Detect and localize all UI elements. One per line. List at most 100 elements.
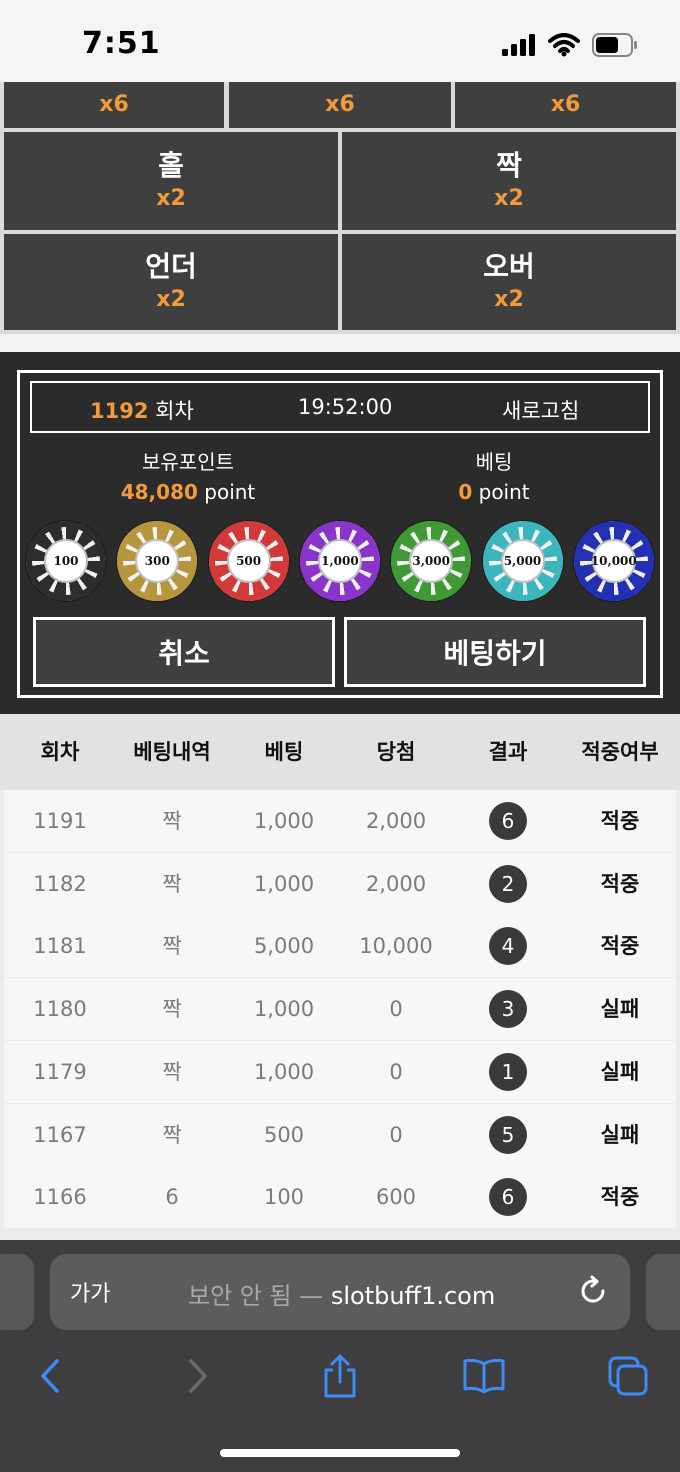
chip-value-label: 1,000 — [317, 539, 362, 583]
round-suffix: 회차 — [148, 399, 194, 423]
odds-label: x2 — [494, 287, 524, 312]
cell-bet: 100 — [263, 1185, 305, 1210]
column-header-bet: 베팅 — [264, 740, 304, 764]
cell-pick: 짝 — [162, 1122, 182, 1147]
refresh-button[interactable]: 새로고침 — [502, 395, 579, 425]
cell-bet: 500 — [263, 1122, 305, 1147]
result-ball: 6 — [489, 802, 527, 840]
address-bar[interactable]: 가가 보안 안 됨 — slotbuff1.com — [50, 1254, 630, 1330]
chip-selector: 100 300 500 1,000 3,000 5,000 10,000 — [26, 521, 654, 605]
cell-win: 2,000 — [365, 871, 427, 896]
result-ball: 1 — [489, 1052, 527, 1091]
cell-win: 600 — [375, 1185, 417, 1210]
bet-option-top-1[interactable]: x6 — [4, 82, 224, 128]
cell-round: 1167 — [33, 1122, 87, 1147]
cell-pick: 짝 — [162, 934, 182, 959]
cancel-button[interactable]: 취소 — [33, 617, 335, 687]
cell-round: 1166 — [33, 1185, 87, 1210]
chip-1[interactable]: 300 — [117, 521, 198, 601]
place-bet-button[interactable]: 베팅하기 — [344, 617, 646, 687]
point-unit: point — [472, 480, 530, 504]
status-time: 7:51 — [82, 26, 161, 61]
bet-option-even[interactable]: 짝 x2 — [342, 132, 676, 230]
section-divider — [0, 334, 680, 352]
tabs-button[interactable] — [602, 1350, 654, 1402]
chip-value-label: 100 — [44, 539, 88, 583]
cell-bet: 1,000 — [253, 871, 315, 896]
result-ball: 3 — [489, 990, 527, 1029]
cell-round: 1182 — [33, 871, 87, 896]
chip-value-label: 3,000 — [409, 539, 454, 583]
cell-win: 2,000 — [365, 809, 427, 833]
round-info-bar: 1192 회차 19:52:00 새로고침 — [30, 381, 650, 433]
cell-status: 실패 — [600, 1122, 640, 1147]
point-unit: point — [197, 480, 256, 504]
previous-tab-preview[interactable] — [0, 1254, 34, 1330]
balance-label: 보유포인트 — [142, 450, 234, 474]
chip-0[interactable]: 100 — [26, 521, 106, 601]
signal-icon — [502, 34, 535, 56]
odds-label: x2 — [494, 186, 524, 211]
bet-option-label: 언더 — [145, 250, 197, 283]
bookmarks-button[interactable] — [458, 1350, 510, 1402]
chevron-right-icon — [189, 1359, 207, 1393]
table-row: 1181 짝 5,000 10,000 적중 4 — [4, 915, 676, 978]
chevron-left-icon — [41, 1359, 59, 1393]
back-button[interactable] — [24, 1350, 76, 1402]
column-header-hit: 적중여부 — [581, 740, 659, 764]
table-row: 1191 짝 1,000 2,000 적중 6 — [4, 790, 676, 852]
cell-win: 0 — [389, 1122, 403, 1147]
bet-option-label: 오버 — [483, 250, 535, 283]
bet-option-top-2[interactable]: x6 — [229, 82, 451, 128]
cell-bet: 1,000 — [253, 809, 315, 833]
bet-option-under[interactable]: 언더 x2 — [4, 234, 338, 330]
table-row: 1166 6 100 600 적중 6 — [4, 1166, 676, 1229]
bet-amount-value: 0 point — [374, 477, 614, 507]
result-ball: 4 — [489, 927, 527, 966]
cell-pick: 짝 — [162, 809, 182, 833]
chip-6[interactable]: 10,000 — [573, 521, 654, 601]
status-bar: 7:51 — [0, 0, 680, 82]
result-ball: 5 — [489, 1115, 527, 1154]
bet-amount-block: 베팅 0 point — [374, 447, 614, 507]
url-text: 보안 안 됨 — slotbuff1.com — [188, 1276, 495, 1311]
table-row: 1180 짝 1,000 0 실패 3 — [4, 978, 676, 1041]
cell-win: 10,000 — [359, 934, 433, 959]
odds-label: x2 — [156, 287, 186, 312]
cell-bet: 5,000 — [253, 934, 315, 959]
history-table-body: 1191 짝 1,000 2,000 적중 6 1182 짝 1,000 2,000 적중 2 1181… — [0, 790, 680, 1240]
round-time: 19:52:00 — [298, 395, 393, 419]
chip-4[interactable]: 3,000 — [391, 521, 472, 601]
chip-5[interactable]: 5,000 — [482, 521, 563, 601]
odds-label: x2 — [156, 186, 186, 211]
reload-icon[interactable] — [576, 1274, 610, 1308]
security-warning: 보안 안 됨 — — [188, 1282, 331, 1310]
bet-option-odd[interactable]: 홀 x2 — [4, 132, 338, 230]
chip-2[interactable]: 500 — [208, 521, 289, 601]
chip-3[interactable]: 1,000 — [299, 521, 380, 601]
share-button[interactable] — [314, 1350, 366, 1402]
tabs-icon — [608, 1356, 648, 1396]
cell-round: 1191 — [33, 809, 87, 833]
cell-status: 적중 — [600, 809, 640, 833]
wifi-icon — [548, 33, 580, 57]
next-tab-preview[interactable] — [646, 1254, 680, 1330]
balance-amount: 48,080 — [120, 480, 198, 504]
bet-option-top-3[interactable]: x6 — [455, 82, 676, 128]
table-row: 1179 짝 1,000 0 실패 1 — [4, 1040, 676, 1103]
home-indicator[interactable] — [220, 1449, 460, 1457]
forward-button[interactable] — [172, 1350, 224, 1402]
bet-option-over[interactable]: 오버 x2 — [342, 234, 676, 330]
text-size-button[interactable]: 가가 — [70, 1276, 110, 1308]
cell-pick: 짝 — [162, 1059, 182, 1084]
column-header-result: 결과 — [488, 740, 528, 764]
cell-round: 1181 — [33, 934, 87, 959]
column-header-win: 당첨 — [376, 740, 416, 764]
bet-option-label: 짝 — [496, 149, 522, 182]
battery-icon — [592, 33, 637, 57]
bet-option-label: 홀 — [158, 149, 184, 182]
cell-pick: 짝 — [162, 997, 182, 1022]
round-info: 1192 회차 — [90, 395, 194, 425]
bet-amount: 0 — [458, 480, 473, 504]
table-row: 1182 짝 1,000 2,000 적중 2 — [4, 852, 676, 915]
